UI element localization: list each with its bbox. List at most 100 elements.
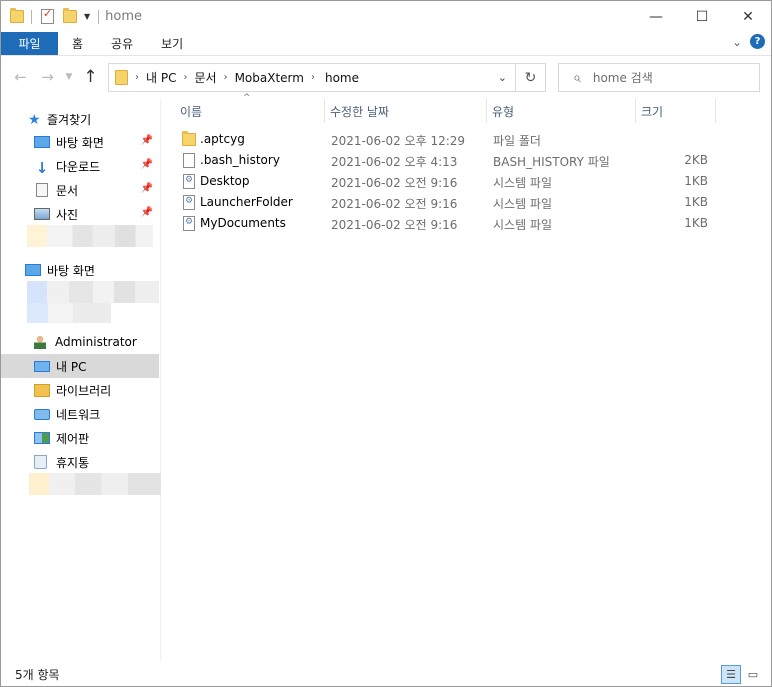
- divider: [98, 9, 100, 24]
- sidebar-item-desktop-pinned[interactable]: 바탕 화면 📌: [1, 130, 159, 154]
- sidebar-item-recycle-bin[interactable]: 휴지통: [1, 450, 159, 474]
- new-folder-icon[interactable]: [63, 8, 77, 23]
- forward-arrow-icon[interactable]: →: [34, 68, 61, 86]
- file-date: 2021-06-02 오전 9:16: [331, 197, 458, 211]
- chevron-right-icon[interactable]: ›: [224, 72, 228, 83]
- system-file-icon: [183, 195, 195, 210]
- file-type: 시스템 파일: [493, 218, 553, 232]
- breadcrumb-documents[interactable]: 문서: [194, 69, 216, 86]
- redacted-item: [27, 225, 153, 247]
- user-icon: [34, 335, 46, 349]
- sidebar-item-desktop[interactable]: 바탕 화면: [1, 258, 159, 282]
- sidebar-item-documents[interactable]: 문서 📌: [1, 178, 159, 202]
- desktop-icon: [25, 264, 41, 276]
- table-row[interactable]: .bash_history 2021-06-02 오후 4:13 BASH_HI…: [173, 150, 733, 171]
- expand-ribbon-chevron-icon[interactable]: ⌄: [732, 35, 742, 49]
- large-icons-view-button[interactable]: ▭: [743, 665, 763, 684]
- file-name: .bash_history: [200, 153, 280, 167]
- tab-share[interactable]: 공유: [97, 32, 147, 55]
- file-size: 1KB: [684, 216, 708, 230]
- pin-icon[interactable]: 📌: [141, 159, 153, 170]
- recent-locations-chevron-icon[interactable]: ▼: [61, 72, 77, 82]
- chevron-right-icon[interactable]: ›: [311, 72, 315, 83]
- refresh-button[interactable]: ↻: [516, 63, 546, 92]
- sidebar-item-quick-access[interactable]: ★ 즐겨찾기: [1, 107, 159, 131]
- sidebar-item-label: 내 PC: [56, 359, 87, 374]
- customize-toolbar-chevron-icon[interactable]: ▼: [84, 12, 90, 21]
- sidebar-item-network[interactable]: 네트워크: [1, 402, 159, 426]
- file-type: 시스템 파일: [493, 176, 553, 190]
- sidebar-item-label: 바탕 화면: [56, 135, 104, 150]
- column-header-date-modified[interactable]: 수정한 날짜: [325, 99, 487, 123]
- address-history-chevron-icon[interactable]: ⌄: [498, 71, 507, 84]
- column-header-type[interactable]: 유형: [487, 99, 636, 123]
- sidebar-item-label: 라이브러리: [56, 383, 112, 398]
- pin-icon[interactable]: 📌: [141, 183, 153, 194]
- folder-icon: [10, 8, 24, 23]
- sidebar-item-this-pc[interactable]: 내 PC: [1, 354, 159, 378]
- large-icons-view-icon: ▭: [747, 668, 759, 681]
- title-bar: ▼ home — ☐ ✕: [1, 1, 771, 32]
- search-input[interactable]: home 검색: [593, 69, 653, 86]
- table-row[interactable]: .aptcyg 2021-06-02 오후 12:29 파일 폴더: [173, 129, 733, 150]
- properties-icon[interactable]: [41, 7, 54, 24]
- file-explorer-window: ▼ home — ☐ ✕ 파일 홈 공유 보기 ⌄ ? ← → ▼ ↑ › 내 …: [0, 0, 772, 687]
- minimize-button[interactable]: —: [633, 1, 679, 32]
- pin-icon[interactable]: 📌: [141, 135, 153, 146]
- file-date: 2021-06-02 오후 4:13: [331, 155, 458, 169]
- chevron-right-icon[interactable]: ›: [183, 72, 187, 83]
- sidebar-item-label: 네트워크: [56, 407, 101, 422]
- sidebar-item-control-panel[interactable]: 제어판: [1, 426, 159, 450]
- breadcrumb-this-pc[interactable]: 내 PC: [146, 69, 176, 86]
- table-row[interactable]: MyDocuments 2021-06-02 오전 9:16 시스템 파일 1K…: [173, 213, 733, 234]
- file-date: 2021-06-02 오후 12:29: [331, 134, 466, 148]
- folder-icon: [182, 131, 196, 146]
- folder-icon: [115, 70, 128, 85]
- document-icon: [36, 183, 48, 197]
- file-date: 2021-06-02 오전 9:16: [331, 176, 458, 190]
- quick-access-toolbar: ▼: [10, 7, 90, 24]
- library-icon: [34, 383, 50, 397]
- column-header-name[interactable]: 이름: [175, 99, 325, 123]
- details-view-button[interactable]: ☰: [721, 665, 741, 684]
- computer-icon: [34, 360, 50, 372]
- star-icon: ★: [28, 112, 41, 128]
- breadcrumb-mobaxterm[interactable]: MobaXterm: [235, 71, 304, 85]
- file-size: 1KB: [684, 195, 708, 209]
- search-box[interactable]: ⌕ home 검색: [558, 63, 760, 92]
- divider: [31, 9, 32, 24]
- tab-view[interactable]: 보기: [147, 32, 197, 55]
- file-name: LauncherFolder: [200, 195, 293, 209]
- sidebar-item-downloads[interactable]: ↓ 다운로드 📌: [1, 154, 159, 178]
- file-icon: [183, 153, 195, 168]
- file-name: MyDocuments: [200, 216, 286, 230]
- sidebar-item-label: 제어판: [56, 431, 90, 446]
- file-type: 파일 폴더: [493, 134, 541, 148]
- file-date: 2021-06-02 오전 9:16: [331, 218, 458, 232]
- sidebar-item-label: 다운로드: [56, 159, 101, 174]
- sidebar-item-pictures[interactable]: 사진 📌: [1, 202, 159, 226]
- close-button[interactable]: ✕: [725, 1, 771, 32]
- help-icon[interactable]: ?: [750, 34, 765, 49]
- tab-file[interactable]: 파일: [1, 32, 58, 55]
- system-file-icon: [183, 174, 195, 189]
- window-controls: — ☐ ✕: [633, 1, 771, 32]
- chevron-right-icon[interactable]: ›: [135, 72, 139, 83]
- up-arrow-icon[interactable]: ↑: [77, 67, 104, 87]
- sidebar-item-libraries[interactable]: 라이브러리: [1, 378, 159, 402]
- tab-home[interactable]: 홈: [58, 32, 97, 55]
- sidebar-item-administrator[interactable]: Administrator: [1, 330, 159, 354]
- back-arrow-icon[interactable]: ←: [7, 68, 34, 86]
- sidebar-item-label: 문서: [56, 183, 79, 198]
- address-bar[interactable]: › 내 PC › 문서 › MobaXterm › home ⌄: [108, 63, 516, 92]
- view-toggle: ☰ ▭: [721, 665, 763, 684]
- desktop-icon: [34, 136, 50, 148]
- table-row[interactable]: LauncherFolder 2021-06-02 오전 9:16 시스템 파일…: [173, 192, 733, 213]
- breadcrumb-home[interactable]: home: [322, 71, 362, 85]
- column-header-size[interactable]: 크기: [636, 99, 716, 123]
- maximize-button[interactable]: ☐: [679, 1, 725, 32]
- pin-icon[interactable]: 📌: [141, 207, 153, 218]
- table-row[interactable]: Desktop 2021-06-02 오전 9:16 시스템 파일 1KB: [173, 171, 733, 192]
- redacted-item: [29, 473, 161, 495]
- network-icon: [34, 408, 50, 420]
